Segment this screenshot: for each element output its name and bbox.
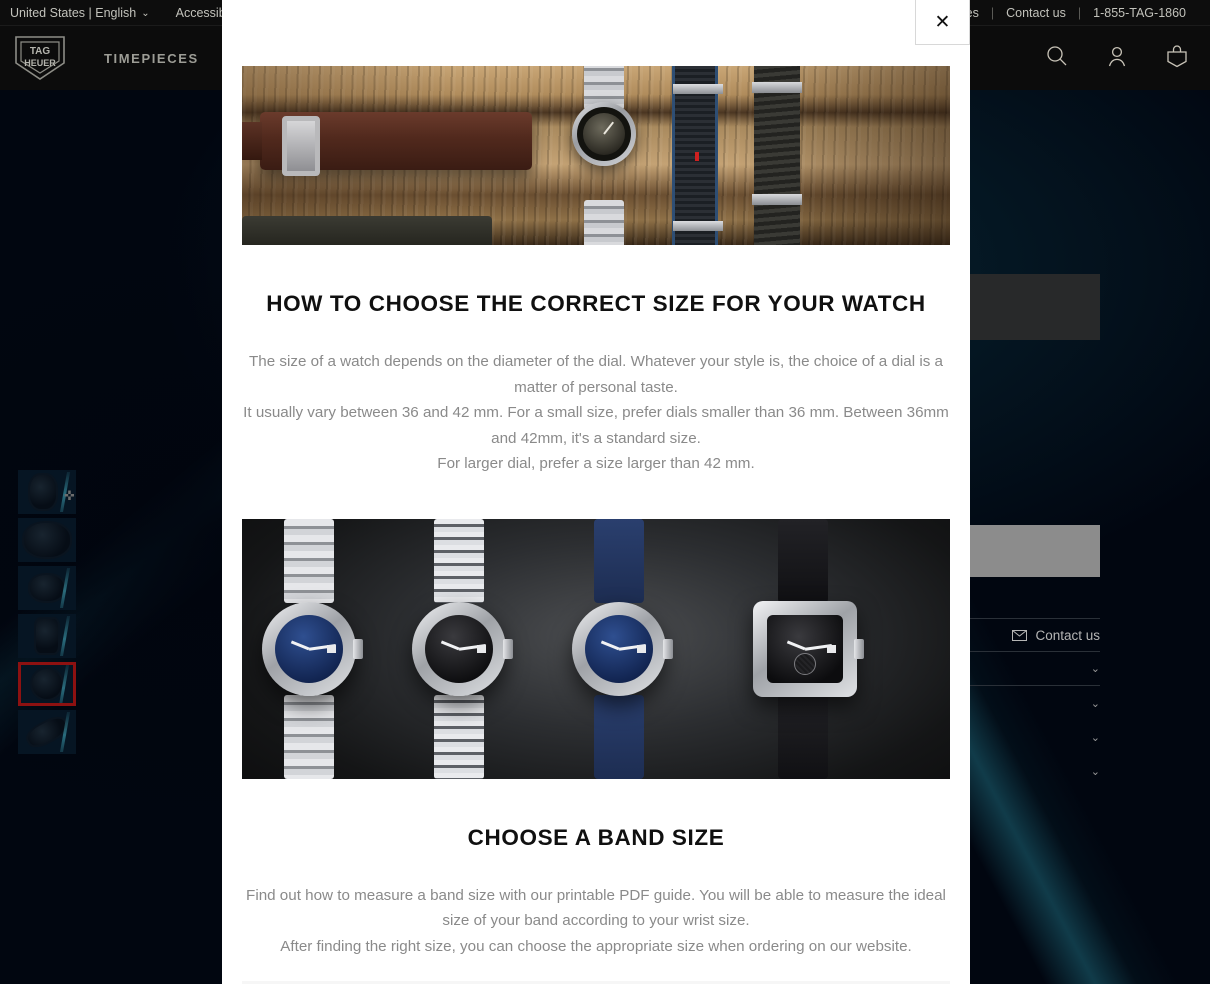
cart-icon[interactable]	[1164, 43, 1190, 74]
gallery-thumbnail[interactable]	[18, 710, 76, 754]
watch-aquaracer	[250, 518, 368, 779]
size-guide-modal-content: HOW TO CHOOSE THE CORRECT SIZE FOR YOUR …	[222, 66, 970, 984]
contact-us-link[interactable]: Contact us	[994, 6, 1078, 20]
locale-label: United States | English	[10, 5, 137, 20]
watch-formula1-blue	[560, 518, 678, 779]
chevron-down-icon: ⌄	[1090, 663, 1100, 675]
section-title-band-size: CHOOSE A BAND SIZE	[467, 824, 725, 850]
watch-formula1-ladies	[400, 518, 518, 779]
search-icon[interactable]	[1044, 43, 1070, 74]
account-icon[interactable]	[1104, 43, 1130, 74]
chevron-down-icon: ⌄	[141, 7, 150, 19]
phone-link[interactable]: 1-855-TAG-1860	[1081, 6, 1198, 20]
gallery-thumbnail[interactable]	[18, 614, 76, 658]
drag-move-icon: ✜	[64, 488, 75, 503]
size-guide-modal: HOW TO CHOOSE THE CORRECT SIZE FOR YOUR …	[222, 0, 970, 984]
section-body-watch-size: The size of a watch depends on the diame…	[243, 353, 949, 472]
gallery-thumbnail-rail: ✜	[18, 470, 76, 758]
contact-us-label: Contact us	[1035, 627, 1100, 643]
close-icon[interactable]: ✕	[915, 0, 970, 45]
green-rubber-strap	[242, 216, 492, 245]
nav-item-timepieces[interactable]: TIMEPIECES	[104, 51, 199, 66]
chevron-down-icon: ⌄	[1090, 765, 1100, 778]
black-nato-strap	[752, 66, 802, 245]
watch-straps-image	[242, 66, 950, 245]
gallery-thumbnail[interactable]	[18, 518, 76, 562]
svg-text:TAG: TAG	[30, 46, 51, 57]
header-icons	[1044, 43, 1210, 74]
locale-selector[interactable]: United States | English ⌄	[10, 6, 150, 20]
watch-monaco	[730, 518, 880, 779]
gallery-thumbnail[interactable]	[18, 566, 76, 610]
chevron-down-icon: ⌄	[1090, 697, 1100, 710]
chevron-down-icon: ⌄	[1090, 731, 1100, 744]
utility-bar-left: United States | English ⌄ Accessibility	[0, 6, 244, 20]
gallery-thumbnail-selected[interactable]	[18, 662, 76, 706]
brown-leather-strap	[260, 112, 532, 176]
tag-heuer-shield-icon: TAG HEUER	[15, 36, 65, 80]
svg-text:HEUER: HEUER	[24, 58, 56, 68]
blue-nato-strap	[672, 66, 723, 245]
envelope-icon	[1012, 629, 1028, 641]
tag-heuer-logo[interactable]: TAG HEUER	[14, 35, 66, 81]
section-body-band-size: Find out how to measure a band size with…	[246, 886, 946, 955]
steel-watch	[572, 66, 636, 245]
gallery-thumbnail[interactable]: ✜	[18, 470, 76, 514]
contact-us-action[interactable]: Contact us	[1012, 628, 1100, 643]
section-title-watch-size: HOW TO CHOOSE THE CORRECT SIZE FOR YOUR …	[266, 291, 926, 316]
four-watches-image	[242, 518, 950, 779]
